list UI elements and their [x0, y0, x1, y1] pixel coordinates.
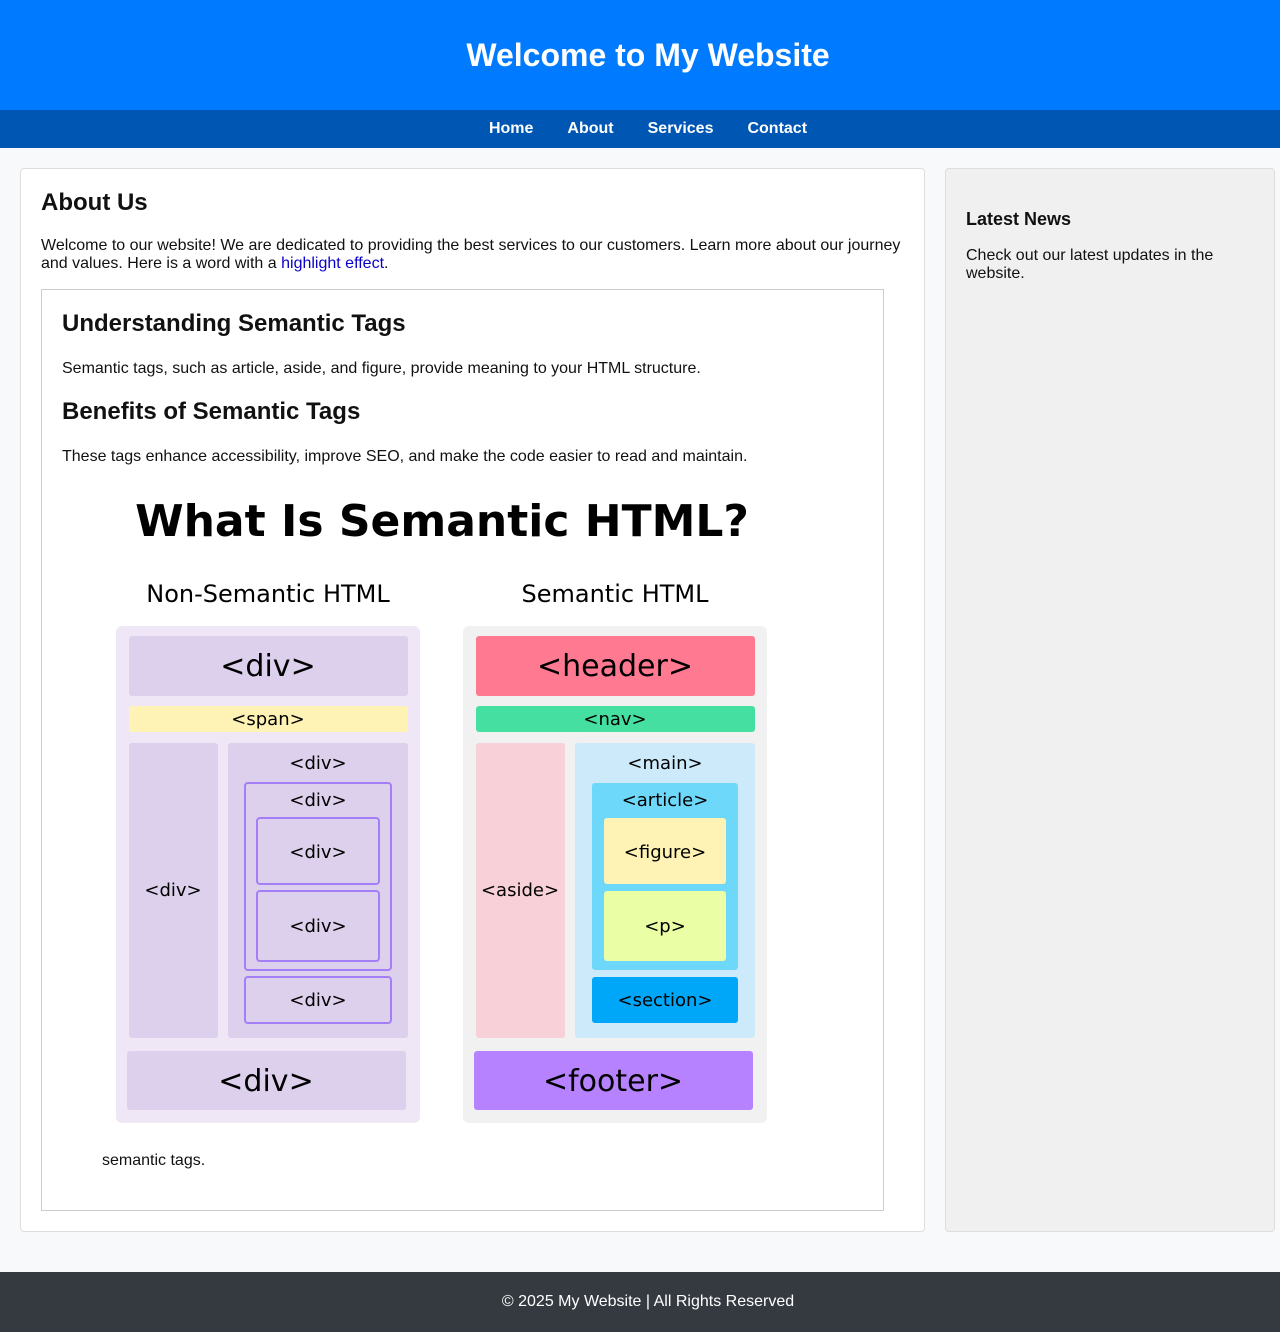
nav-link-services[interactable]: Services [648, 120, 714, 138]
s-footer-label: <footer> [543, 1064, 683, 1099]
ns-footer-label: <div> [218, 1064, 313, 1099]
semantic-label: Semantic HTML [522, 580, 710, 608]
intro-paragraph: Welcome to our website! We are dedicated… [41, 237, 904, 273]
nav-link-home[interactable]: Home [489, 120, 533, 138]
main-nav: Home About Services Contact [0, 110, 1280, 148]
non-semantic-label: Non-Semantic HTML [146, 580, 390, 608]
s-aside-label: <aside> [481, 880, 559, 901]
s-figure-label: <figure> [624, 842, 706, 863]
footer-text: © 2025 My Website | All Rights Reserved [501, 1293, 795, 1310]
s-header-label: <header> [537, 649, 693, 684]
content-area: About Us Welcome to our website! We are … [0, 148, 1280, 1272]
nav-link-about[interactable]: About [567, 120, 613, 138]
ns-article-label: <div> [289, 790, 346, 811]
nav-link-contact[interactable]: Contact [747, 120, 807, 138]
main-content: About Us Welcome to our website! We are … [20, 168, 925, 1232]
highlight-text: highlight effect [281, 255, 385, 272]
article-box: Understanding Semantic Tags Semantic tag… [41, 289, 884, 1211]
semantic-html-figure: What Is Semantic HTML? Non-Semantic HTML… [102, 486, 822, 1132]
site-footer: © 2025 My Website | All Rights Reserved [0, 1272, 1280, 1332]
ns-nav-label: <span> [231, 709, 304, 730]
ns-main-label: <div> [289, 753, 346, 774]
sidebar-text: Check out our latest updates in the webs… [966, 247, 1214, 282]
about-heading: About Us [41, 189, 148, 216]
sidebar-title: Latest News [966, 209, 1072, 229]
section2-text: These tags enhance accessibility, improv… [62, 448, 748, 465]
figure-caption: semantic tags. [102, 1152, 206, 1169]
s-nav-label: <nav> [583, 709, 646, 730]
ns-header-label: <div> [220, 649, 315, 684]
ns-aside-label: <div> [144, 880, 201, 901]
s-section-label: <section> [618, 990, 713, 1011]
intro-text: Welcome to our website! We are dedicated… [41, 237, 901, 272]
s-main-label: <main> [627, 753, 702, 774]
site-title: Welcome to My Website [466, 36, 830, 73]
s-p-label: <p> [644, 916, 686, 937]
figure-title: What Is Semantic HTML? [135, 496, 749, 547]
site-header: Welcome to My Website [0, 0, 1280, 110]
ns-p-label: <div> [289, 916, 346, 937]
section1-title: Understanding Semantic Tags [62, 310, 406, 337]
ns-figure-label: <div> [289, 842, 346, 863]
section1-text: Semantic tags, such as article, aside, a… [62, 360, 701, 377]
intro-end: . [384, 255, 389, 272]
s-article-label: <article> [622, 790, 709, 811]
ns-section-label: <div> [289, 990, 346, 1011]
section2-title: Benefits of Semantic Tags [62, 398, 361, 425]
sidebar: Latest News Check out our latest updates… [945, 168, 1275, 1232]
